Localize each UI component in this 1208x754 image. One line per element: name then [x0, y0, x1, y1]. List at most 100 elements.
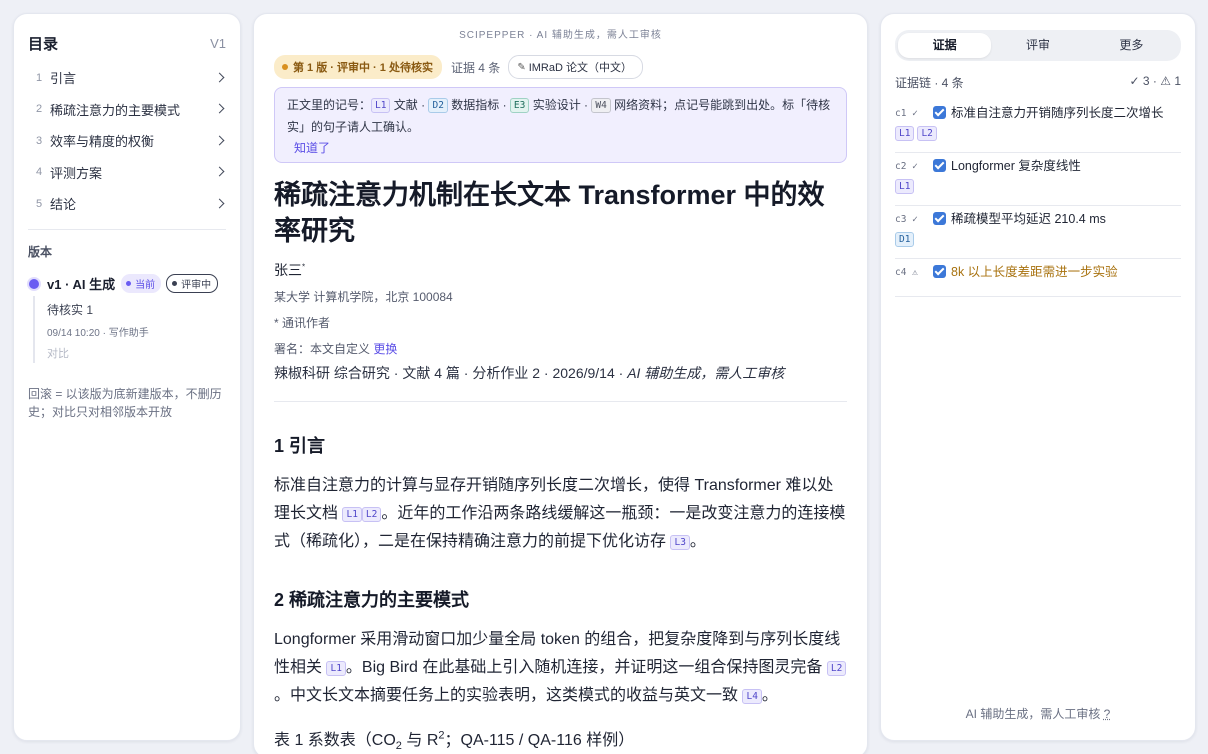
claim-item[interactable]: c1 ✓ 标准自注意力开销随序列长度二次增长 L1 L2	[895, 100, 1181, 153]
brand-header: SCIPEPPER · AI 辅助生成，需人工审核	[459, 30, 662, 41]
meta-italic: AI 辅助生成，需人工审核	[627, 365, 785, 381]
claim-item[interactable]: c4 ⚠ 8k 以上长度差距需进一步实验	[895, 259, 1181, 297]
toc-item-conclusion[interactable]: 5 结论	[28, 188, 226, 220]
version-item[interactable]: v1 · AI 生成 当前 评审中	[28, 274, 226, 294]
version-meta: 09/14 10:20 · 写作助手	[47, 327, 149, 339]
claim-tags: L1 L2	[895, 124, 1181, 142]
current-badge: 当前	[121, 274, 162, 293]
citation-tag: W4	[591, 98, 611, 113]
caption-part: 表 1 系数表（CO	[274, 732, 396, 749]
author-mark: *	[302, 262, 306, 272]
claim-id: c3 ✓	[895, 214, 918, 225]
citation-tag: D2	[428, 98, 448, 113]
version-name: v1 · AI 生成	[47, 277, 116, 292]
citation-tag: E3	[509, 98, 530, 113]
rollback-note: 回滚 = 以该版为底新建版本，不删历史；对比只对相邻版本开放	[28, 386, 222, 419]
toc-item-evaluation[interactable]: 4 评测方案	[28, 157, 226, 189]
toc-list: 1 引言 2 稀疏注意力的主要模式 3 效率与精度的权衡 4 评测方案 5 结论	[28, 62, 226, 220]
claim-tags: L1	[895, 177, 1181, 195]
citation-tag[interactable]: L1	[342, 507, 362, 522]
toc-title: 目录	[28, 35, 59, 53]
checkbox-checked-icon[interactable]	[933, 159, 946, 172]
toc-item-patterns[interactable]: 2 稀疏注意力的主要模式	[28, 94, 226, 126]
claim-text: Longformer 复杂度线性	[951, 159, 1081, 173]
toc-header: 目录 V1	[28, 32, 226, 54]
disclaimer-text: AI 辅助生成，需人工审核	[965, 707, 1101, 721]
claim-text: 8k 以上长度差距需进一步实验	[951, 265, 1118, 279]
caption-part: 与 R	[401, 732, 439, 749]
claim-id: c1 ✓	[895, 108, 918, 119]
review-badge: 评审中	[166, 274, 219, 293]
citation-tag[interactable]: L2	[917, 126, 937, 141]
signature-text: 署名：本文自定义	[274, 342, 374, 356]
info-text-part: 正文里的记号：	[287, 98, 372, 112]
citation-tag[interactable]: L3	[670, 535, 690, 550]
citation-tag[interactable]: D1	[895, 232, 915, 247]
notation-info-text: 正文里的记号： L1 文献 · D2 数据指标 · E3 实验设计 · W4 网络…	[287, 94, 834, 138]
checkbox-checked-icon[interactable]	[933, 265, 946, 278]
acknowledge-button[interactable]: 知道了	[294, 139, 834, 156]
compare-link[interactable]: 对比	[47, 345, 226, 363]
help-icon[interactable]: ?	[1104, 707, 1111, 721]
signature-line: 署名：本文自定义 更换	[274, 340, 847, 357]
tab-more[interactable]: 更多	[1085, 33, 1178, 58]
citation-tag: L1	[371, 98, 391, 113]
chevron-right-icon	[214, 198, 226, 210]
citation-tag[interactable]: L2	[361, 507, 382, 522]
panel-tabs: 证据 评审 更多	[895, 30, 1181, 61]
citation-tag[interactable]: L1	[895, 126, 915, 141]
tab-review[interactable]: 评审	[991, 33, 1084, 58]
toc-item-intro[interactable]: 1 引言	[28, 62, 226, 94]
table-caption: 表 1 系数表（CO2 与 R2；QA-115 / QA-116 样例）	[274, 726, 847, 753]
notation-info-box: 正文里的记号： L1 文献 · D2 数据指标 · E3 实验设计 · W4 网络…	[274, 87, 847, 163]
chevron-right-icon	[214, 72, 226, 84]
toc-num: 2	[36, 103, 43, 116]
toc-version: V1	[210, 35, 226, 51]
claim-item[interactable]: c2 ✓ Longformer 复杂度线性 L1	[895, 153, 1181, 206]
toc-label: 结论	[50, 197, 77, 213]
claim-item[interactable]: c3 ✓ 稀疏模型平均延迟 210.4 ms D1	[895, 206, 1181, 259]
toc-num: 3	[36, 134, 43, 147]
sentence: 。	[761, 687, 778, 704]
change-signature-link[interactable]: 更换	[373, 342, 397, 356]
caption-part: ；QA-115 / QA-116 样例）	[444, 732, 635, 749]
citation-tag[interactable]: L1	[326, 661, 346, 676]
format-label: IMRaD 论文（中文）	[528, 62, 632, 74]
pen-icon: ✎	[517, 61, 526, 73]
claim-tags: D1	[895, 230, 1181, 248]
claims-list: c1 ✓ 标准自注意力开销随序列长度二次增长 L1 L2 c2 ✓ Longforme…	[895, 100, 1181, 297]
evidence-count: 证据 4 条	[450, 60, 501, 75]
sentence: 。Big Bird 在此基础上引入随机连接，并证明这一组合保持图灵完备	[345, 659, 823, 676]
version-pending: 待核实 1	[47, 302, 94, 317]
versions-label: 版本	[28, 244, 53, 259]
format-pill[interactable]: ✎ IMRaD 论文（中文）	[508, 55, 643, 79]
claim-text: 标准自注意力开销随序列长度二次增长	[951, 106, 1164, 120]
tab-evidence[interactable]: 证据	[898, 33, 992, 58]
document-panel: SCIPEPPER · AI 辅助生成，需人工审核 第 1 版 · 评审中 · …	[253, 13, 868, 754]
citation-tag[interactable]: L1	[895, 179, 915, 194]
status-pill[interactable]: 第 1 版 · 评审中 · 1 处待核实	[274, 55, 442, 79]
author-text: 张三	[274, 262, 302, 278]
corresponding-note: * 通讯作者	[274, 316, 331, 330]
checkbox-checked-icon[interactable]	[933, 106, 946, 119]
citation-tag[interactable]: L4	[742, 689, 762, 704]
chevron-right-icon	[214, 103, 226, 115]
document-meta: 辣椒科研 综合研究 · 文献 4 篇 · 分析作业 2 · 2026/9/14 …	[274, 363, 847, 402]
citation-tag[interactable]: L2	[826, 661, 847, 676]
info-text-part: 文献 ·	[390, 98, 429, 112]
toc-item-tradeoff[interactable]: 3 效率与精度的权衡	[28, 125, 226, 157]
meta-text: 辣椒科研 综合研究 · 文献 4 篇 · 分析作业 2 · 2026/9/14 …	[274, 365, 628, 381]
toc-label: 评测方案	[50, 165, 103, 181]
document-title: 稀疏注意力机制在长文本 Transformer 中的效率研究	[274, 180, 825, 246]
chevron-right-icon	[214, 135, 226, 147]
doc-status-row: 第 1 版 · 评审中 · 1 处待核实 证据 4 条 ✎ IMRaD 论文（中文…	[274, 55, 847, 79]
paragraph: 标准自注意力的计算与显存开销随序列长度二次增长，使得 Transformer 难…	[274, 472, 847, 556]
evidence-chain-stats: ✓ 3 · ⚠ 1	[1129, 74, 1182, 88]
sentence: 。	[689, 533, 706, 550]
version-dot-icon	[29, 278, 39, 289]
version-details: 待核实 1 09/14 10:20 · 写作助手 对比	[33, 295, 226, 363]
toc-num: 5	[36, 197, 43, 210]
checkbox-checked-icon[interactable]	[933, 212, 946, 225]
toc-label: 引言	[50, 71, 77, 87]
paragraph: Longformer 采用滑动窗口加少量全局 token 的组合，把复杂度降到与…	[274, 626, 847, 710]
